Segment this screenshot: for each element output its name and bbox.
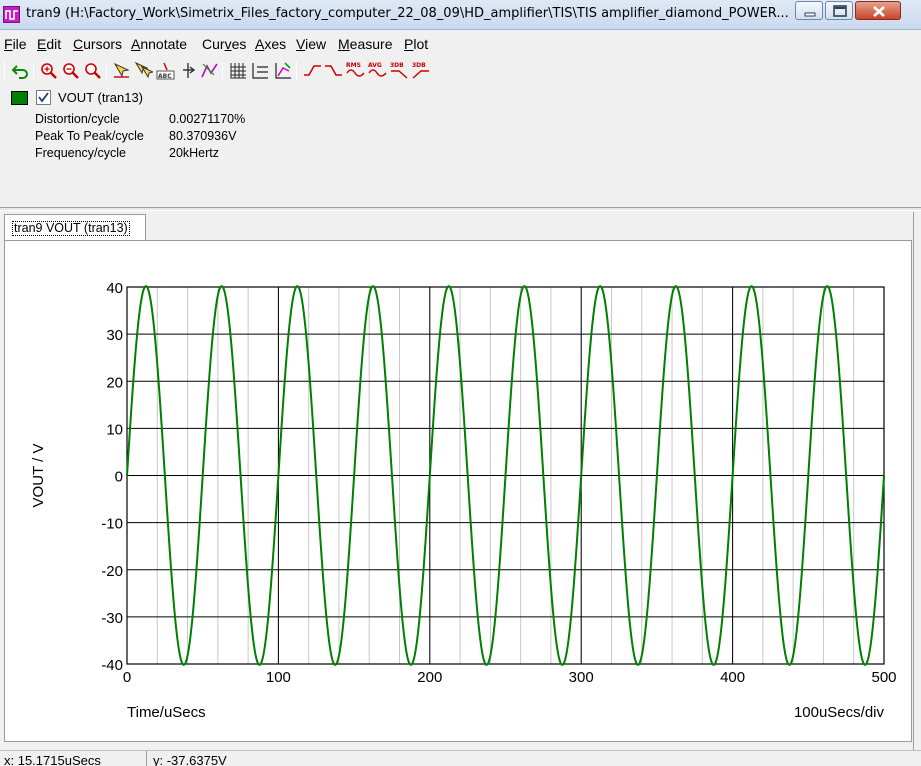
y-tick-label: -10 bbox=[101, 516, 123, 533]
menu-measure[interactable]: Measure bbox=[338, 36, 392, 52]
zoom-in-icon[interactable] bbox=[39, 61, 58, 80]
tab-plot[interactable]: tran9 VOUT (tran13) bbox=[4, 214, 146, 241]
menu-view[interactable]: View bbox=[296, 36, 326, 52]
avg-icon[interactable]: AVG bbox=[368, 61, 387, 80]
y-tick-label: -30 bbox=[101, 610, 123, 627]
y-tick-label: 0 bbox=[115, 469, 123, 486]
x-div-label: 100uSecs/div bbox=[794, 704, 885, 721]
y-tick-label: 40 bbox=[106, 280, 123, 297]
svg-text:ABC: ABC bbox=[158, 73, 172, 80]
status-separator bbox=[146, 751, 147, 766]
legend-color-swatch[interactable] bbox=[11, 91, 28, 105]
fall-edge-icon[interactable] bbox=[324, 61, 343, 80]
curve-edit-icon[interactable] bbox=[200, 61, 219, 80]
status-y-readout: y: -37.6375V bbox=[153, 753, 227, 766]
tab-label: tran9 VOUT (tran13) bbox=[12, 221, 130, 236]
rms-icon[interactable]: RMS bbox=[346, 61, 365, 80]
close-button[interactable] bbox=[855, 1, 901, 20]
menu-curves[interactable]: Curves bbox=[202, 36, 246, 52]
panel-splitter[interactable] bbox=[0, 207, 921, 211]
measurement-label: Distortion/cycle bbox=[35, 112, 120, 126]
minimize-button[interactable] bbox=[795, 1, 823, 20]
label-icon[interactable]: ABC bbox=[156, 61, 175, 80]
status-bar: x: 15.1715uSecs y: -37.6375V bbox=[0, 750, 921, 766]
maximize-button[interactable] bbox=[825, 1, 853, 20]
x-tick-label: 500 bbox=[871, 669, 896, 686]
x-tick-label: 300 bbox=[569, 669, 594, 686]
menu-file[interactable]: File bbox=[4, 36, 27, 52]
checkmark-icon bbox=[38, 92, 49, 103]
separate-axes-icon[interactable] bbox=[250, 61, 269, 80]
measurement-label: Frequency/cycle bbox=[35, 146, 127, 160]
close-icon bbox=[873, 6, 885, 17]
x-tick-label: 200 bbox=[417, 669, 442, 686]
y-tick-label: 20 bbox=[106, 374, 123, 391]
minimize-icon bbox=[804, 12, 816, 17]
x-tick-label: 0 bbox=[123, 669, 131, 686]
toolbar-separator bbox=[296, 62, 297, 79]
waveform-icon[interactable] bbox=[3, 6, 20, 23]
right-edge-bar bbox=[913, 212, 921, 752]
x-tick-label: 100 bbox=[266, 669, 291, 686]
x-tick-label: 400 bbox=[720, 669, 745, 686]
menu-edit[interactable]: Edit bbox=[37, 36, 61, 52]
toolbar-separator bbox=[222, 62, 223, 79]
3db-high-icon[interactable]: 3DB bbox=[412, 61, 431, 80]
y-axis-label: VOUT / V bbox=[30, 444, 47, 508]
zoom-out-icon[interactable] bbox=[61, 61, 80, 80]
legend-checkbox[interactable] bbox=[36, 90, 51, 105]
series-line bbox=[126, 285, 885, 666]
grid-icon[interactable] bbox=[228, 61, 247, 80]
menu-annotate[interactable]: Annotate bbox=[131, 36, 187, 52]
y-tick-label: 30 bbox=[106, 327, 123, 344]
measurement-value: 20kHertz bbox=[169, 146, 220, 160]
3db-low-icon[interactable]: 3DB bbox=[390, 61, 409, 80]
rise-edge-icon[interactable] bbox=[303, 61, 322, 80]
menu-cursors[interactable]: Cursors bbox=[73, 36, 122, 52]
y-tick-label: 10 bbox=[106, 421, 123, 438]
waveform-graph[interactable]: 403020100-10-20-30-400 100 200 300 400 500Tim… bbox=[5, 241, 913, 743]
status-x-readout: x: 15.1715uSecs bbox=[4, 753, 101, 766]
window-title: tran9 (H:\Factory_Work\Simetrix_Files_fa… bbox=[26, 6, 789, 21]
y-tick-label: -20 bbox=[101, 563, 123, 580]
menu-axes[interactable]: Axes bbox=[255, 36, 286, 52]
menu-bar: File Edit Cursors Annotate Curves Axes V… bbox=[0, 33, 921, 55]
menu-plot[interactable]: Plot bbox=[404, 36, 428, 52]
measurement-value: 0.00271170% bbox=[169, 112, 246, 126]
y-tick-label: -40 bbox=[101, 657, 123, 674]
bar-align-icon[interactable] bbox=[179, 61, 198, 80]
zoom-fit-icon[interactable] bbox=[83, 61, 102, 80]
cursor-icon[interactable] bbox=[112, 61, 131, 80]
measurement-value: 80.370936V bbox=[169, 129, 237, 143]
toolbar-separator bbox=[4, 62, 5, 79]
plot-area[interactable]: 40 30 20 10 0 -10 -20 -30 -40 0 100 200 300 400 500 Tim… bbox=[4, 240, 912, 742]
legend-curve-label[interactable]: VOUT (tran13) bbox=[58, 90, 143, 105]
toolbar-separator bbox=[106, 62, 107, 79]
cursor-pair-icon[interactable] bbox=[134, 61, 155, 80]
undo-icon[interactable] bbox=[11, 61, 30, 80]
toolbar: ABC RMS AVG 3DB 3DB bbox=[0, 58, 921, 84]
axes-zoom-icon[interactable] bbox=[273, 61, 292, 80]
toolbar-separator bbox=[33, 62, 34, 79]
title-bar: tran9 (H:\Factory_Work\Simetrix_Files_fa… bbox=[0, 0, 921, 30]
measurement-label: Peak To Peak/cycle bbox=[35, 129, 144, 143]
x-axis-label: Time/uSecs bbox=[127, 704, 206, 721]
